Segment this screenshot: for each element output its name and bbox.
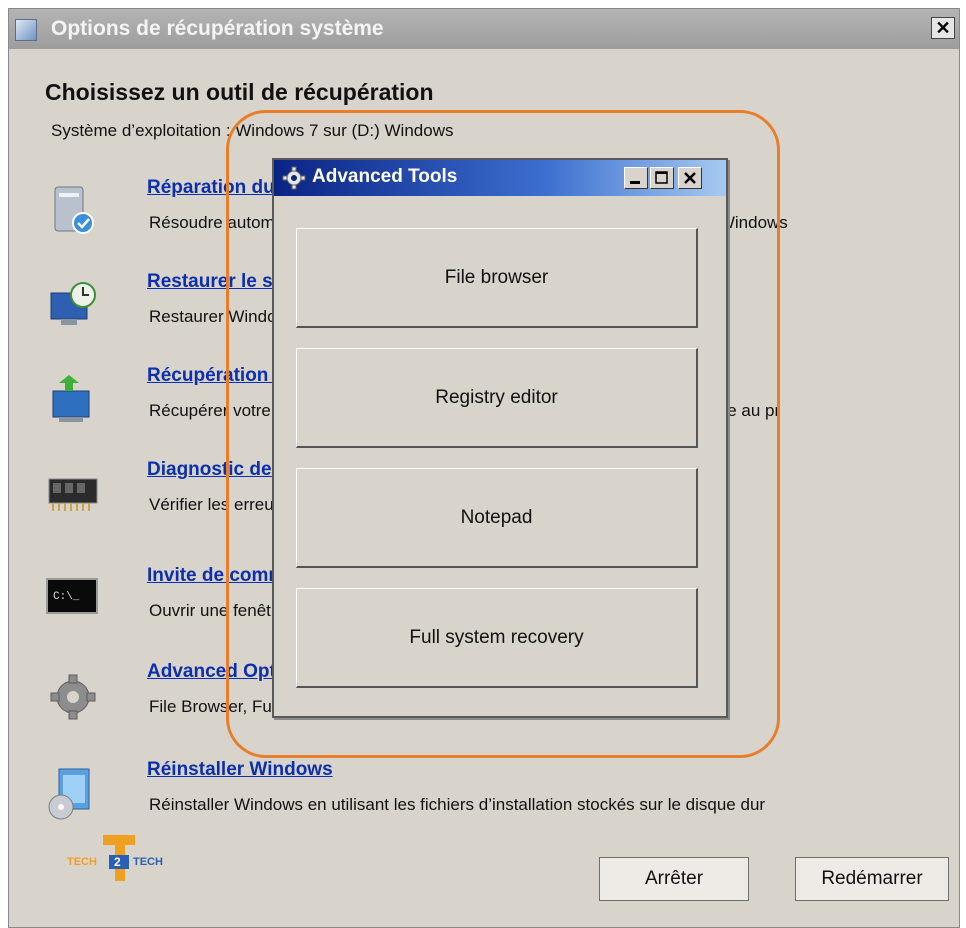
memory-chip-icon	[48, 478, 98, 511]
svg-text:2: 2	[114, 855, 121, 869]
window-title: Options de récupération système	[51, 17, 384, 40]
gear-icon	[50, 674, 96, 720]
full-system-recovery-button[interactable]: Full system recovery	[296, 588, 698, 688]
image-recovery-icon	[52, 375, 90, 422]
os-info: Système d’exploitation : Windows 7 sur (…	[51, 121, 454, 140]
dialog-close-button[interactable]	[678, 167, 702, 189]
startup-repair-icon	[54, 186, 94, 234]
close-button[interactable]: ✕	[931, 17, 955, 39]
advanced-tools-title-bar: Advanced Tools	[274, 160, 726, 196]
tool-link-reinstall-windows[interactable]: Réinstaller Windows	[147, 759, 333, 781]
maximize-icon	[655, 171, 668, 184]
svg-text:TECH: TECH	[67, 856, 97, 868]
file-browser-button[interactable]: File browser	[296, 228, 698, 328]
svg-text:TECH: TECH	[133, 856, 163, 868]
restart-button[interactable]: Redémarrer	[795, 857, 949, 901]
svg-text:C:\_: C:\_	[53, 591, 80, 603]
stop-button[interactable]: Arrêter	[599, 857, 749, 901]
close-icon	[684, 172, 696, 184]
gear-icon	[282, 166, 306, 190]
tool-desc-reinstall-windows: Réinstaller Windows en utilisant les fic…	[149, 795, 766, 814]
advanced-tools-dialog: Advanced Tools File browser Registry edi…	[272, 158, 728, 718]
page-heading: Choisissez un outil de récupération	[45, 79, 434, 105]
command-prompt-icon: C:\_	[46, 578, 98, 614]
minimize-icon	[630, 181, 640, 184]
notepad-button[interactable]: Notepad	[296, 468, 698, 568]
window-icon	[15, 19, 37, 41]
tech2tech-logo: TECH 2 TECH	[67, 835, 163, 881]
title-bar: Options de récupération système ✕	[9, 9, 959, 49]
registry-editor-button[interactable]: Registry editor	[296, 348, 698, 448]
reinstall-windows-icon	[48, 768, 90, 820]
system-restore-icon	[50, 282, 96, 325]
maximize-button[interactable]	[650, 167, 674, 189]
minimize-button[interactable]	[624, 167, 648, 189]
advanced-tools-title: Advanced Tools	[312, 166, 458, 187]
